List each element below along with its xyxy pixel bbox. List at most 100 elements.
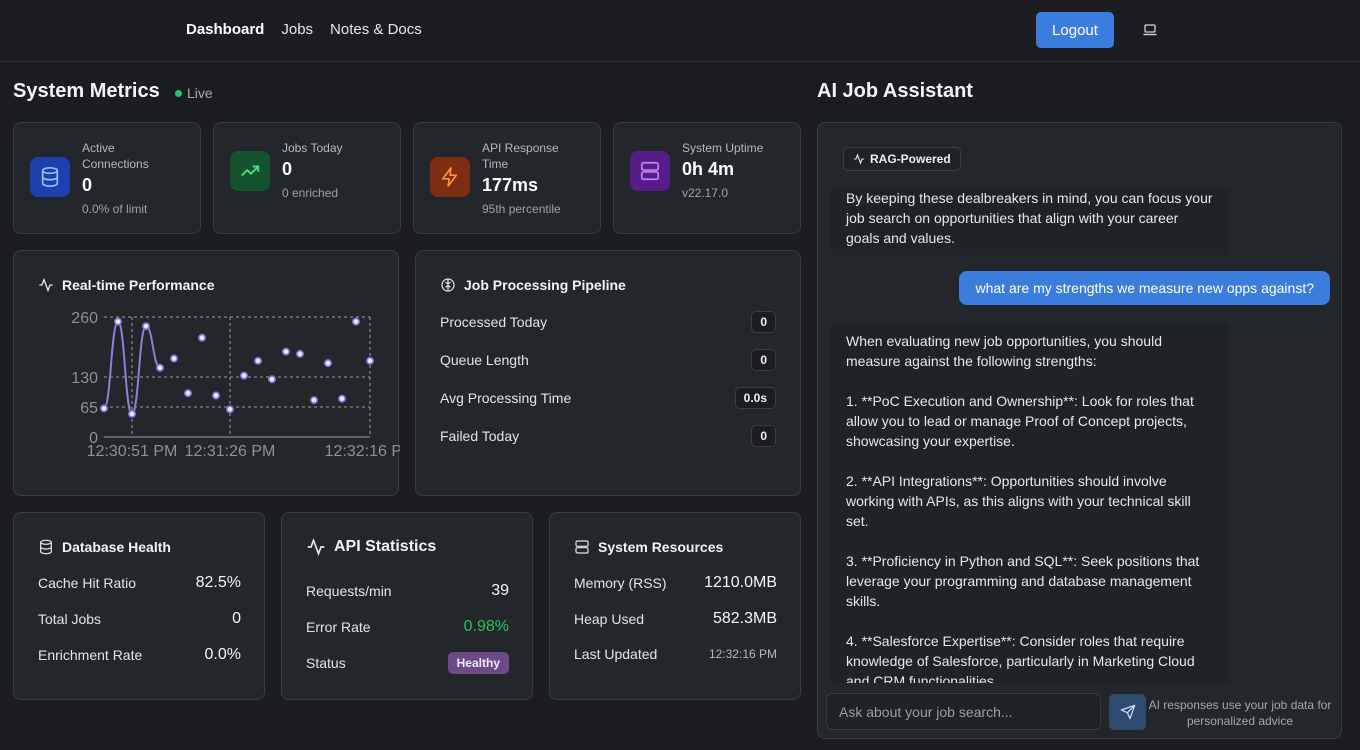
pipeline-badge: 0.0s <box>734 387 776 409</box>
stat-label: System Uptime <box>682 141 764 155</box>
live-indicator: Live <box>175 85 213 101</box>
assistant-card: RAG-Powered By keeping these dealbreaker… <box>817 122 1342 739</box>
res-row-last-updated: Last Updated 12:32:16 PM <box>574 646 777 662</box>
pipeline-row-label: Processed Today <box>440 314 548 330</box>
pipeline-row-label: Queue Length <box>440 352 529 368</box>
api-row-label: Status <box>306 655 346 671</box>
db-row-value: 82.5% <box>195 574 241 591</box>
data-point <box>212 391 221 400</box>
assistant-title: AI Job Assistant <box>817 80 973 102</box>
rag-badge-label: RAG-Powered <box>870 152 951 166</box>
data-point <box>100 404 109 413</box>
live-label: Live <box>187 85 213 101</box>
res-row-label: Last Updated <box>574 646 658 662</box>
data-point <box>128 409 137 418</box>
activity-icon <box>39 277 53 293</box>
y-tick-label: 65 <box>80 400 98 417</box>
db-row-label: Enrichment Rate <box>38 647 143 663</box>
stat-value: 0 <box>82 175 93 195</box>
database-icon <box>30 157 70 197</box>
nav-dashboard[interactable]: Dashboard <box>186 21 264 38</box>
top-navbar: Dashboard Jobs Notes & Docs Logout <box>0 0 1360 62</box>
db-row-total-jobs: Total Jobs 0 <box>38 610 241 628</box>
assistant-message: When evaluating new job opportunities, y… <box>830 323 1229 683</box>
x-tick-label: 12:31:26 PM <box>185 443 276 460</box>
data-point <box>198 333 207 342</box>
pipeline-row-processed: Processed Today 0 <box>440 311 776 333</box>
stat-sub: 95th percentile <box>482 202 561 216</box>
assistant-message: By keeping these dealbreakers in mind, y… <box>830 189 1229 255</box>
activity-icon <box>854 153 864 165</box>
api-row-error-rate: Error Rate 0.98% <box>306 618 509 636</box>
data-point <box>114 317 123 326</box>
api-row-label: Error Rate <box>306 619 371 635</box>
data-point <box>240 371 249 380</box>
pipeline-row-label: Avg Processing Time <box>440 390 572 406</box>
stat-card-api-response-time: API Response Time 177ms 95th percentile <box>413 122 601 234</box>
send-button[interactable] <box>1109 694 1146 730</box>
logout-button[interactable]: Logout <box>1036 12 1114 48</box>
database-health-title: Database Health <box>62 539 171 555</box>
api-statistics-header: API Statistics <box>306 537 436 557</box>
stat-card-active-connections: Active Connections 0 0.0% of limit <box>13 122 201 234</box>
server-icon <box>630 151 670 191</box>
res-row-label: Memory (RSS) <box>574 575 667 591</box>
data-point <box>337 394 346 403</box>
res-row-value: 582.3MB <box>712 610 777 627</box>
pipeline-row-failed: Failed Today 0 <box>440 425 776 447</box>
stat-value: 0 <box>282 159 293 179</box>
rag-badge: RAG-Powered <box>843 147 961 171</box>
api-row-value: 39 <box>491 582 509 599</box>
pipeline-card: Job Processing Pipeline Processed Today … <box>415 250 801 496</box>
data-point <box>281 347 290 356</box>
database-health-card: Database Health Cache Hit Ratio 82.5% To… <box>13 512 265 700</box>
res-row-memory: Memory (RSS) 1210.0MB <box>574 574 777 592</box>
db-row-enrichment: Enrichment Rate 0.0% <box>38 646 241 664</box>
stat-label: API Response Time <box>482 141 559 171</box>
api-row-requests: Requests/min 39 <box>306 582 509 600</box>
nav-notes-docs[interactable]: Notes & Docs <box>330 21 422 38</box>
data-point <box>365 356 374 365</box>
stat-sub: 0.0% of limit <box>82 202 148 216</box>
performance-header: Real-time Performance <box>38 277 215 293</box>
api-statistics-card: API Statistics Requests/min 39 Error Rat… <box>281 512 533 700</box>
send-icon <box>1120 704 1135 720</box>
performance-card: Real-time Performance 0 65 130 260 12:30:51 … <box>13 250 400 496</box>
api-statistics-title: API Statistics <box>334 538 437 555</box>
stat-label: Jobs Today <box>282 141 343 155</box>
database-health-header: Database Health <box>38 539 171 555</box>
pipeline-title: Job Processing Pipeline <box>464 277 626 293</box>
db-row-value: 0.0% <box>204 646 241 663</box>
db-row-label: Cache Hit Ratio <box>38 575 137 591</box>
stat-value: 177ms <box>482 175 539 195</box>
db-row-label: Total Jobs <box>38 611 102 627</box>
res-row-value: 1210.0MB <box>704 574 777 591</box>
chat-messages[interactable]: By keeping these dealbreakers in mind, y… <box>830 189 1330 683</box>
stat-sub: 0 enriched <box>282 186 339 200</box>
chat-input[interactable]: Ask about your job search... <box>826 693 1101 730</box>
api-row-value: 0.98% <box>463 618 509 635</box>
y-tick-label: 130 <box>71 370 98 387</box>
pipeline-row-avg-time: Avg Processing Time 0.0s <box>440 387 776 409</box>
api-row-status: Status Healthy <box>306 652 509 674</box>
stat-card-system-uptime: System Uptime 0h 4m v22.17.0 <box>613 122 801 234</box>
laptop-icon[interactable] <box>1141 21 1159 39</box>
performance-chart: 06513026012:30:51 PM 12:31:26 PM 12:32:16 … <box>71 310 400 460</box>
stat-value: 0h 4m <box>682 159 735 179</box>
live-dot-icon <box>175 89 182 97</box>
brain-icon <box>441 278 455 292</box>
res-row-label: Heap Used <box>574 611 645 627</box>
main-nav: Dashboard Jobs Notes & Docs <box>186 21 422 38</box>
data-point <box>184 389 193 398</box>
api-row-label: Requests/min <box>306 583 392 599</box>
pipeline-header: Job Processing Pipeline <box>440 277 626 293</box>
nav-jobs[interactable]: Jobs <box>281 21 313 38</box>
data-point <box>254 356 263 365</box>
system-resources-title: System Resources <box>598 539 724 555</box>
x-tick-label: 12:30:51 PM <box>87 443 178 460</box>
x-tick-label: 12:32:16 PM <box>325 443 400 460</box>
user-message: what are my strengths we measure new opp… <box>959 271 1330 305</box>
stat-card-jobs-today: Jobs Today 0 0 enriched <box>213 122 401 234</box>
metrics-title: System Metrics <box>13 80 160 102</box>
stat-label: Active Connections <box>82 141 149 171</box>
